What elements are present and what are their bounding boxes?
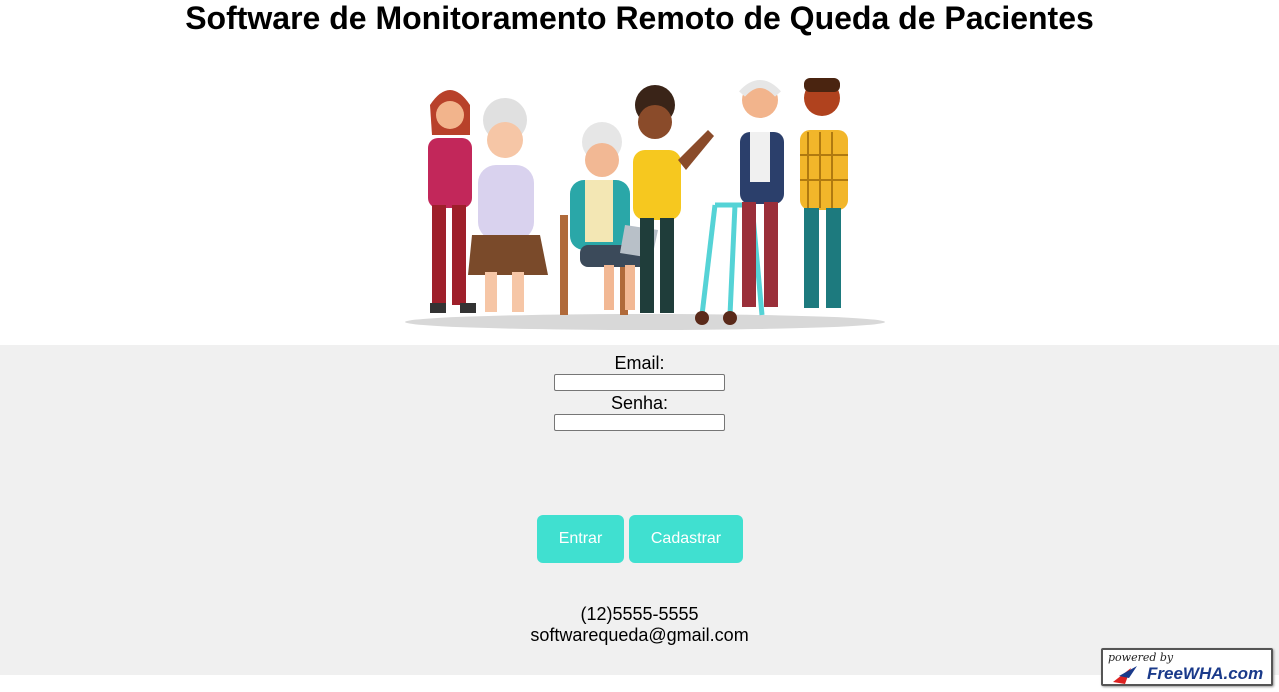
contact-email: softwarequeda@gmail.com (530, 625, 749, 645)
email-label: Email: (614, 353, 665, 373)
contact-phone: (12)5555-5555 (580, 604, 699, 624)
freewha-brand: FreeWHA.com (1147, 664, 1264, 683)
password-field[interactable] (554, 414, 725, 431)
password-label: Senha: (610, 393, 669, 413)
powered-by-text: powered by (1108, 651, 1174, 664)
register-button[interactable]: Cadastrar (629, 515, 743, 563)
email-field[interactable] (554, 374, 725, 391)
freewha-logo-icon (1113, 666, 1137, 684)
login-panel: Email: Senha: Entrar Cadastrar (12)5555-… (0, 345, 1279, 675)
people-group-illustration (405, 78, 885, 330)
freewha-badge[interactable]: powered by FreeWHA.com (1101, 648, 1273, 686)
page-title: Software de Monitoramento Remoto de Qued… (185, 0, 1094, 36)
enter-button[interactable]: Entrar (537, 515, 624, 563)
